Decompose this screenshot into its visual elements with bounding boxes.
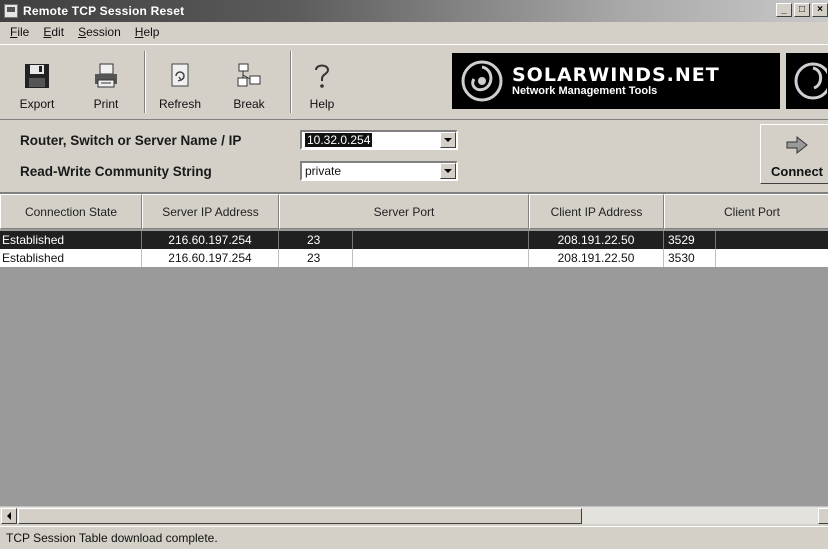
- table-row[interactable]: Established 216.60.197.254 23 208.191.22…: [0, 249, 828, 267]
- column-server-port[interactable]: Server Port: [279, 194, 529, 229]
- cell-client-ip: 208.191.22.50: [529, 231, 664, 249]
- horizontal-scrollbar[interactable]: [0, 506, 828, 524]
- window-title: Remote TCP Session Reset: [23, 4, 185, 18]
- chevron-down-icon[interactable]: [440, 163, 456, 179]
- question-mark-icon: [307, 61, 337, 91]
- export-label: Export: [19, 97, 55, 111]
- table-row[interactable]: Established 216.60.197.254 23 208.191.22…: [0, 231, 828, 249]
- cell-empty: [353, 231, 529, 249]
- table-header: Connection State Server IP Address Serve…: [0, 194, 828, 229]
- menu-bar: File Edit Session Help: [0, 22, 828, 42]
- maximize-button[interactable]: □: [794, 3, 810, 17]
- column-server-ip[interactable]: Server IP Address: [142, 194, 279, 229]
- status-text: TCP Session Table download complete.: [6, 531, 218, 545]
- connect-label: Connect: [771, 164, 823, 179]
- cell-server-ip: 216.60.197.254: [142, 231, 279, 249]
- toolbar: Export Print Refresh Break Help SOLARWIN…: [0, 44, 828, 120]
- community-value: private: [305, 164, 342, 178]
- device-value: 10.32.0.254: [305, 133, 373, 147]
- window-controls: _ □ ×: [776, 3, 828, 17]
- cell-client-port: 3530: [664, 249, 716, 267]
- refresh-icon: [165, 61, 195, 91]
- cell-client-ip: 208.191.22.50: [529, 249, 664, 267]
- cell-empty: [716, 231, 828, 249]
- network-break-icon: [234, 61, 264, 91]
- menu-session[interactable]: Session: [72, 24, 127, 40]
- solarwinds-logo-icon: [460, 59, 504, 103]
- scroll-left-icon[interactable]: [1, 508, 17, 524]
- print-button[interactable]: Print: [86, 49, 126, 115]
- column-client-port[interactable]: Client Port: [664, 194, 828, 229]
- device-combobox[interactable]: 10.32.0.254: [300, 130, 458, 150]
- menu-help[interactable]: Help: [129, 24, 166, 40]
- cell-state: Established: [0, 249, 142, 267]
- export-button[interactable]: Export: [14, 49, 60, 115]
- break-label: Break: [233, 97, 265, 111]
- cell-server-port: 23: [279, 231, 353, 249]
- refresh-button[interactable]: Refresh: [152, 49, 208, 115]
- solarwinds-logo-icon: [786, 53, 828, 109]
- menu-file[interactable]: File: [4, 24, 35, 40]
- cell-server-ip: 216.60.197.254: [142, 249, 279, 267]
- connect-button[interactable]: Connect: [760, 124, 828, 184]
- connection-form: Router, Switch or Server Name / IP 10.32…: [0, 122, 828, 190]
- close-button[interactable]: ×: [812, 3, 828, 17]
- brand-name: SOLARWINDS.NET: [512, 63, 720, 86]
- break-button[interactable]: Break: [226, 49, 272, 115]
- arrow-right-icon: [784, 135, 810, 158]
- print-label: Print: [93, 97, 119, 111]
- solarwinds-banner: SOLARWINDS.NET Network Management Tools: [452, 53, 780, 109]
- cell-server-port: 23: [279, 249, 353, 267]
- column-connection-state[interactable]: Connection State: [0, 194, 142, 229]
- help-button[interactable]: Help: [300, 49, 344, 115]
- refresh-label: Refresh: [158, 97, 202, 111]
- chevron-down-icon[interactable]: [440, 132, 456, 148]
- cell-client-port: 3529: [664, 231, 716, 249]
- toolbar-separator: [144, 51, 146, 113]
- community-combobox[interactable]: private: [300, 161, 458, 181]
- device-label: Router, Switch or Server Name / IP: [20, 133, 242, 148]
- floppy-disk-icon: [22, 61, 52, 91]
- scrollbar-thumb[interactable]: [18, 508, 582, 524]
- cell-empty: [716, 249, 828, 267]
- help-label: Help: [309, 97, 335, 111]
- title-bar[interactable]: Remote TCP Session Reset _ □ ×: [0, 0, 828, 22]
- scroll-right-button[interactable]: [818, 508, 828, 524]
- printer-icon: [91, 61, 121, 91]
- menu-edit[interactable]: Edit: [37, 24, 70, 40]
- brand-tagline: Network Management Tools: [512, 84, 658, 97]
- app-icon: [4, 4, 18, 18]
- cell-state: Established: [0, 231, 142, 249]
- toolbar-separator: [290, 51, 292, 113]
- cell-empty: [353, 249, 529, 267]
- minimize-button[interactable]: _: [776, 3, 792, 17]
- status-bar: TCP Session Table download complete.: [0, 526, 828, 549]
- column-client-ip[interactable]: Client IP Address: [529, 194, 664, 229]
- community-label: Read-Write Community String: [20, 164, 212, 179]
- session-table[interactable]: Connection State Server IP Address Serve…: [0, 192, 828, 506]
